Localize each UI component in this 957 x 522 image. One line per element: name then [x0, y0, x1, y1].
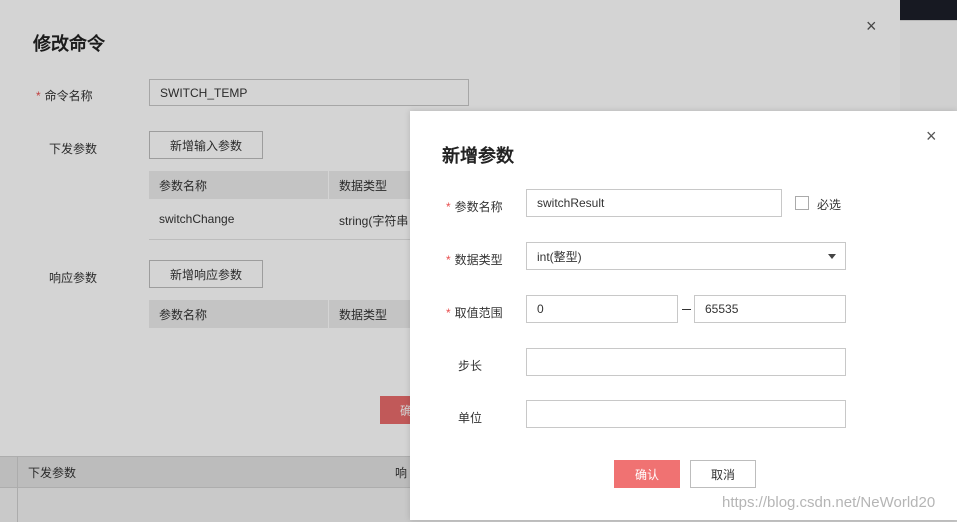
- confirm-button[interactable]: 确认: [614, 460, 680, 488]
- cancel-button[interactable]: 取消: [690, 460, 756, 488]
- range-separator: [682, 309, 691, 310]
- unit-label: 单位: [458, 411, 483, 425]
- data-type-select[interactable]: int(整型): [526, 242, 846, 270]
- data-type-label: * 数据类型: [446, 253, 503, 267]
- step-label: 步长: [458, 359, 483, 373]
- step-input[interactable]: [526, 348, 846, 376]
- watermark: https://blog.csdn.net/NeWorld20: [722, 494, 936, 511]
- param-name-input[interactable]: switchResult: [526, 189, 782, 217]
- add-param-dialog-close-icon[interactable]: ×: [926, 126, 937, 147]
- data-type-select-value: int(整型): [537, 249, 582, 264]
- chevron-down-icon[interactable]: [828, 254, 836, 259]
- required-checkbox[interactable]: [795, 196, 809, 210]
- range-label: * 取值范围: [446, 306, 503, 320]
- unit-input[interactable]: [526, 400, 846, 428]
- range-min-input[interactable]: 0: [526, 295, 678, 323]
- range-max-input[interactable]: 65535: [694, 295, 846, 323]
- add-param-dialog-title: 新增参数: [442, 146, 514, 166]
- param-name-label: * 参数名称: [446, 200, 503, 214]
- required-checkbox-label: 必选: [817, 198, 842, 212]
